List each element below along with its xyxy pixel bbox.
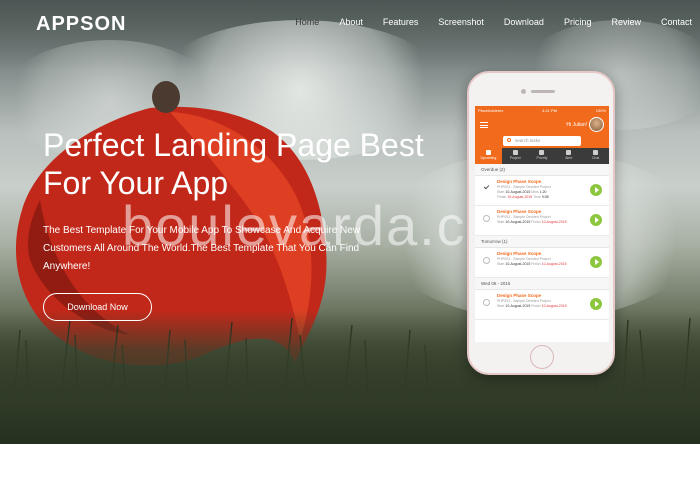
top-navigation: APPSON Home About Features Screenshot Do… <box>0 0 700 46</box>
play-icon[interactable] <box>590 298 602 310</box>
chat-icon <box>593 150 599 155</box>
start-label: Start <box>497 220 505 224</box>
section-title: Tomorrow (1) <box>475 236 609 248</box>
search-row: search tasks <box>475 136 609 148</box>
task-item[interactable]: Design Phase Scope PHP003 - Sample Devid… <box>475 176 609 206</box>
play-icon[interactable] <box>590 214 602 226</box>
search-input[interactable]: search tasks <box>503 136 581 146</box>
time-value: 9:08 <box>541 195 549 199</box>
task-item[interactable]: Design Phase Scope PHP003 - Sample Devid… <box>475 290 609 320</box>
search-placeholder: search tasks <box>515 138 541 143</box>
end-label: Finish <box>497 195 507 199</box>
menu-icon[interactable] <box>480 122 488 128</box>
start-date: 10-August-2015 <box>505 304 531 308</box>
nav-item-contact[interactable]: Contact <box>661 17 692 27</box>
task-item[interactable]: Design Phase Scope PHP003 - Sample Devid… <box>475 206 609 236</box>
nav-item-screenshot[interactable]: Screenshot <box>438 17 484 27</box>
phone-speaker <box>531 90 555 93</box>
mins-value: 1:20 <box>539 190 547 194</box>
end-date: 10-August-2015 <box>507 195 533 199</box>
start-date: 10-August-2015 <box>505 220 531 224</box>
time-label: Time <box>533 195 541 199</box>
tab-upcoming[interactable]: Upcoming <box>475 148 502 164</box>
site-logo[interactable]: APPSON <box>36 13 126 36</box>
tab-label: Alert <box>565 156 573 160</box>
phone-home-button <box>530 345 554 369</box>
end-date: 10-August-2015 <box>541 220 567 224</box>
section-title: Wed 06 - 2015 <box>475 278 609 290</box>
task-title: Design Phase Scope <box>497 251 542 256</box>
nav-menu: Home About Features Screenshot Download … <box>275 17 692 27</box>
status-battery: 100% <box>595 107 606 113</box>
start-label: Start <box>497 304 505 308</box>
nav-item-review[interactable]: Review <box>611 17 641 27</box>
status-time: 4:21 PM <box>542 107 558 113</box>
tab-label: Project <box>509 156 521 160</box>
tab-alert[interactable]: Alert <box>555 148 582 164</box>
play-icon[interactable] <box>590 256 602 268</box>
chart-icon <box>539 150 545 155</box>
phone-status-bar: Placeholderex 4:21 PM 100% <box>475 106 609 114</box>
nav-item-about[interactable]: About <box>339 17 363 27</box>
tab-label: Upcoming <box>480 156 497 160</box>
end-label: Finish <box>531 262 541 266</box>
nav-item-pricing[interactable]: Pricing <box>564 17 592 27</box>
greeting-text: Hi Julian! <box>566 122 587 128</box>
phone-screen: Placeholderex 4:21 PM 100% Hi Julian! se… <box>475 106 609 342</box>
alarm-icon <box>566 150 572 155</box>
nav-item-home[interactable]: Home <box>295 17 319 27</box>
start-date: 10-August-2015 <box>505 190 531 194</box>
hero-section: APPSON Home About Features Screenshot Do… <box>0 0 700 444</box>
search-icon <box>507 138 511 142</box>
start-date: 10-August-2015 <box>505 262 531 266</box>
rocket-icon <box>512 150 518 155</box>
app-header: Hi Julian! <box>475 114 609 136</box>
app-tabs: Upcoming Project Priority Alert Chat <box>475 148 609 164</box>
hero-headline: Perfect Landing Page Best For Your App <box>43 127 424 201</box>
nav-item-features[interactable]: Features <box>383 17 419 27</box>
check-circle[interactable] <box>483 257 490 264</box>
task-title: Design Phase Scope <box>497 293 542 298</box>
calendar-icon <box>485 150 491 155</box>
section-title: Overdue (2) <box>475 164 609 176</box>
status-carrier: Placeholderex <box>478 107 504 113</box>
avatar[interactable] <box>589 117 604 132</box>
end-date: 10-August-2015 <box>541 304 567 308</box>
start-label: Start <box>497 190 505 194</box>
end-label: Finish <box>531 220 541 224</box>
phone-camera <box>521 89 526 94</box>
tab-chat[interactable]: Chat <box>582 148 609 164</box>
task-title: Design Phase Scope <box>497 209 542 214</box>
mins-label: Mins <box>531 190 539 194</box>
download-now-button[interactable]: Download Now <box>43 293 152 321</box>
task-item[interactable]: Design Phase Scope PHP003 - Sample Devid… <box>475 248 609 278</box>
play-icon[interactable] <box>590 184 602 196</box>
check-icon[interactable] <box>483 185 490 192</box>
check-circle[interactable] <box>483 215 490 222</box>
below-fold-section <box>0 444 700 500</box>
task-title: Design Phase Scope <box>497 179 542 184</box>
end-date: 10-August-2015 <box>541 262 567 266</box>
tab-priority[interactable]: Priority <box>529 148 556 164</box>
start-label: Start <box>497 262 505 266</box>
nav-item-download[interactable]: Download <box>504 17 544 27</box>
tab-label: Chat <box>591 156 600 160</box>
check-circle[interactable] <box>483 299 490 306</box>
phone-mockup: Placeholderex 4:21 PM 100% Hi Julian! se… <box>467 71 615 375</box>
person-head <box>152 81 180 113</box>
tab-project[interactable]: Project <box>502 148 529 164</box>
tab-label: Priority <box>536 156 548 160</box>
watermark-text: boulevarda.c <box>122 194 467 257</box>
end-label: Finish <box>531 304 541 308</box>
